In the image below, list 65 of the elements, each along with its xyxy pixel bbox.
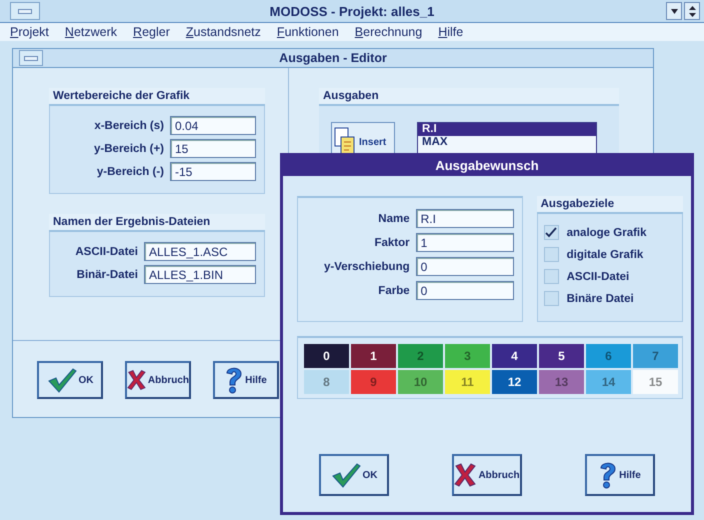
input-field[interactable]: 0.04	[170, 116, 256, 135]
ok-button[interactable]: OK	[37, 361, 103, 399]
checkbox-label: analoge Grafik	[566, 226, 647, 238]
window-title: MODOSS - Projekt: alles_1	[268, 4, 436, 18]
menu-item[interactable]: Netzwerk	[64, 25, 118, 39]
cross-icon	[127, 368, 146, 392]
ok-button[interactable]: OK	[319, 454, 389, 496]
checkbox[interactable]	[544, 225, 559, 240]
menu-item[interactable]: Projekt	[10, 25, 49, 39]
question-mark-icon	[599, 461, 618, 489]
checkbox[interactable]	[544, 269, 559, 284]
help-button[interactable]: Hilfe	[213, 361, 279, 399]
checkbox-label: Binäre Datei	[566, 292, 634, 304]
field-label: ASCII-Datei	[75, 246, 138, 258]
input-field[interactable]: 0	[416, 257, 514, 276]
help-button[interactable]: Hilfe	[585, 454, 655, 496]
field-label: Farbe	[378, 284, 410, 296]
group-title: Ausgaben	[319, 88, 619, 106]
field-label: Faktor	[374, 236, 410, 248]
field-label: y-Bereich (+)	[94, 142, 164, 154]
menu-item[interactable]: Hilfe	[438, 25, 464, 39]
list-item[interactable]: R.I	[418, 123, 596, 136]
question-mark-icon	[225, 366, 244, 394]
color-swatch[interactable]: 5	[539, 344, 584, 368]
group-title: Wertebereiche der Grafik	[49, 88, 265, 106]
input-field[interactable]: 15	[170, 139, 256, 158]
color-swatch[interactable]: 1	[351, 344, 396, 368]
menu-item[interactable]: Regler	[133, 25, 170, 39]
checkbox[interactable]	[544, 291, 559, 306]
window-title: Ausgaben - Editor	[278, 51, 388, 65]
color-swatch[interactable]: 4	[492, 344, 537, 368]
input-field[interactable]: ALLES_1.BIN	[144, 265, 256, 284]
group-title: Ausgabeziele	[536, 196, 683, 214]
input-field[interactable]: 0	[416, 281, 514, 300]
check-icon	[330, 462, 360, 488]
minimize-button[interactable]	[666, 2, 682, 20]
input-field[interactable]: R.I	[416, 209, 514, 228]
up-down-arrow-icon	[688, 6, 696, 16]
restore-button[interactable]	[684, 2, 700, 20]
dialog-title: Ausgabewunsch	[283, 156, 691, 176]
checkbox-label: digitale Grafik	[566, 248, 644, 260]
checkbox-label: ASCII-Datei	[566, 270, 630, 282]
system-menu-button[interactable]	[19, 50, 43, 66]
color-swatch[interactable]: 12	[492, 370, 537, 394]
menu-item[interactable]: Zustandsnetz	[186, 25, 261, 39]
input-field[interactable]: 1	[416, 233, 514, 252]
field-label: y-Bereich (-)	[96, 166, 164, 178]
field-label: Binär-Datei	[76, 268, 138, 280]
group-title: Namen der Ergebnis-Dateien	[49, 214, 265, 232]
system-menu-button[interactable]	[10, 2, 40, 20]
list-item[interactable]: MAX	[418, 136, 596, 149]
cancel-button[interactable]: Abbruch	[452, 454, 522, 496]
input-field[interactable]: -15	[170, 162, 256, 181]
field-label: y-Verschiebung	[324, 260, 410, 272]
field-label: Name	[378, 212, 410, 224]
cancel-button[interactable]: Abbruch	[125, 361, 191, 399]
input-field[interactable]: ALLES_1.ASC	[144, 242, 256, 261]
menu-item[interactable]: Berechnung	[354, 25, 422, 39]
down-arrow-icon	[670, 8, 678, 14]
menu-item[interactable]: Funktionen	[276, 25, 339, 39]
checkbox[interactable]	[544, 247, 559, 262]
check-icon	[46, 367, 76, 393]
color-swatch[interactable]: 0	[304, 344, 349, 368]
cross-icon	[454, 463, 476, 487]
field-label: x-Bereich (s)	[94, 120, 164, 132]
